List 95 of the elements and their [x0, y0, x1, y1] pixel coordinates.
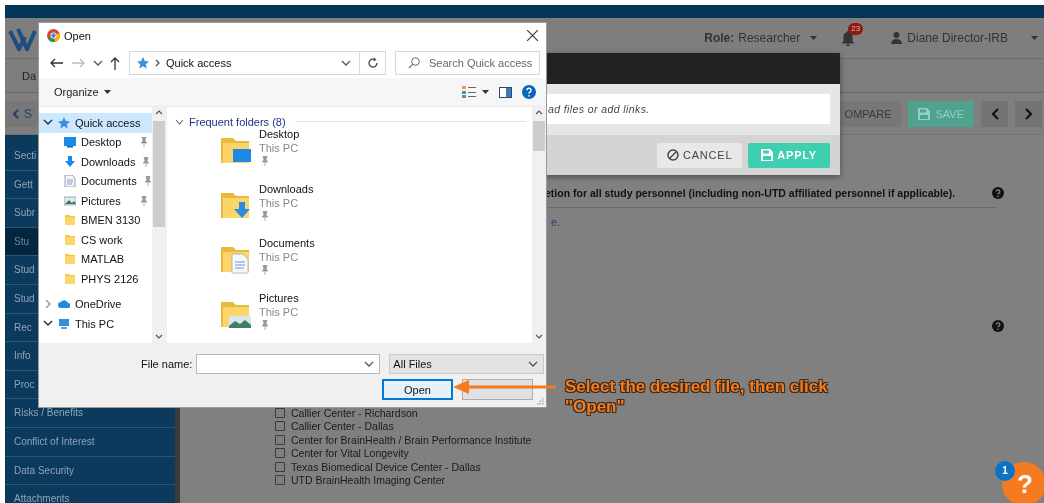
notification-badge: 23: [848, 22, 864, 35]
tree-item[interactable]: Downloads: [39, 152, 152, 172]
next-button[interactable]: [1015, 100, 1042, 127]
tree-item[interactable]: BMEN 3130: [39, 210, 152, 230]
help-icon[interactable]: [522, 85, 536, 99]
file-name-field[interactable]: [196, 354, 381, 374]
checkbox[interactable]: [275, 448, 285, 459]
cancel-button[interactable]: CANCEL: [656, 142, 743, 168]
chevron-down-icon: [341, 60, 351, 66]
tree-item[interactable]: Quick access: [39, 113, 152, 133]
resize-grip-icon: [537, 398, 544, 405]
chevron-down-icon: [535, 334, 543, 339]
address-bar[interactable]: Quick access: [129, 51, 360, 75]
chevron-down-icon: [364, 361, 375, 367]
dialog-title: Open: [64, 29, 92, 42]
monitor-icon: [64, 136, 76, 149]
open-button[interactable]: Open: [382, 379, 453, 400]
checkbox[interactable]: [275, 461, 285, 472]
prohibited-icon: [666, 149, 679, 161]
checkbox[interactable]: [275, 474, 285, 485]
scrollbar[interactable]: [152, 107, 166, 343]
computer-icon: [58, 317, 70, 330]
logo-icon: [8, 25, 38, 51]
checkbox[interactable]: [275, 421, 285, 432]
folder-icon: [64, 253, 76, 266]
folder-item[interactable]: Desktop This PC: [175, 128, 526, 183]
cloud-icon: [58, 298, 70, 311]
star-icon: [58, 116, 70, 129]
tree-item[interactable]: Documents: [39, 171, 152, 191]
sidebar-item[interactable]: Attachments: [5, 485, 175, 503]
tree-item[interactable]: CS work: [39, 230, 152, 250]
view-options-button[interactable]: [462, 86, 489, 98]
checkbox-label: UTD BrainHealth Imaging Center: [291, 473, 446, 486]
group-header[interactable]: Frequent folders (8): [175, 115, 526, 128]
tree-item[interactable]: PHYS 2126: [39, 269, 152, 289]
tree-item[interactable]: Pictures: [39, 191, 152, 211]
checkbox-label: Texas Biomedical Device Center - Dallas: [291, 460, 481, 473]
list-view-icon: [462, 86, 476, 98]
picture-icon: [64, 194, 76, 207]
refresh-button[interactable]: [360, 51, 386, 75]
link-input-field[interactable]: ad files or add links.: [547, 94, 830, 124]
folder-icon: [64, 272, 76, 285]
role-label: Role:: [704, 31, 735, 45]
browser-logo-icon: [47, 29, 60, 42]
chevron-up-icon: [155, 110, 163, 115]
chevron-down-icon: [155, 334, 163, 339]
chevron-right-icon: [1024, 107, 1033, 120]
annotation-text: Select the desired file, then click "Open": [565, 377, 829, 417]
chevron-left-icon: [13, 108, 19, 119]
folder-item[interactable]: Downloads This PC: [175, 182, 526, 237]
tab[interactable]: Da: [22, 69, 37, 82]
folder-icon: [64, 214, 76, 227]
tree-item[interactable]: OneDrive: [39, 294, 152, 314]
checkbox-label: Callier Center - Richardson: [291, 407, 418, 419]
refresh-icon: [366, 57, 379, 69]
preview-pane-icon[interactable]: [499, 86, 512, 98]
checkbox[interactable]: [275, 434, 285, 445]
checkbox-label: Center for BrainHealth / Brain Performance Institute: [291, 433, 532, 446]
organize-button[interactable]: Organize: [54, 86, 111, 98]
file-type-dropdown[interactable]: All Files: [389, 354, 545, 374]
caret-icon: [1031, 36, 1038, 40]
close-icon[interactable]: [527, 30, 538, 41]
sidebar-item[interactable]: Data Security: [5, 456, 175, 486]
folder-item[interactable]: Documents This PC: [175, 237, 526, 292]
chevron-left-icon: [990, 107, 999, 120]
search-icon: [408, 57, 420, 69]
checkbox-label: Callier Center - Dallas: [291, 420, 394, 433]
tree-item[interactable]: This PC: [39, 314, 152, 334]
up-arrow-icon[interactable]: [110, 56, 120, 70]
user-icon: [891, 32, 903, 44]
help-icon: [992, 187, 1004, 199]
file-name-label: File name:: [141, 358, 193, 370]
star-icon: [137, 57, 149, 69]
document-icon: [64, 175, 76, 188]
bell-icon[interactable]: [841, 30, 856, 46]
chevron-down-icon[interactable]: [93, 60, 103, 66]
search-field[interactable]: Search Quick access: [395, 51, 540, 75]
scrollbar-thumb[interactable]: [533, 121, 545, 151]
chevron-right-icon: [155, 59, 160, 67]
checkbox-label: Center for Vital Longevity: [291, 447, 409, 460]
folder-icon: [64, 233, 76, 246]
forward-arrow-icon[interactable]: [72, 58, 86, 68]
scrollbar-thumb[interactable]: [153, 121, 165, 227]
folder-item[interactable]: Pictures This PC: [175, 291, 526, 343]
scrollbar[interactable]: [532, 107, 546, 343]
tree-item[interactable]: MATLAB: [39, 249, 152, 269]
tree-item[interactable]: Desktop: [39, 132, 152, 152]
previous-button[interactable]: [981, 100, 1008, 127]
chevron-down-icon: [528, 361, 539, 367]
back-arrow-icon[interactable]: [49, 58, 63, 68]
sidebar-item[interactable]: Conflict of Interest: [5, 427, 175, 457]
help-icon: [992, 320, 1004, 332]
down-arrow-icon: [64, 155, 76, 168]
chevron-up-icon: [535, 110, 543, 115]
caret-icon: [810, 36, 818, 40]
